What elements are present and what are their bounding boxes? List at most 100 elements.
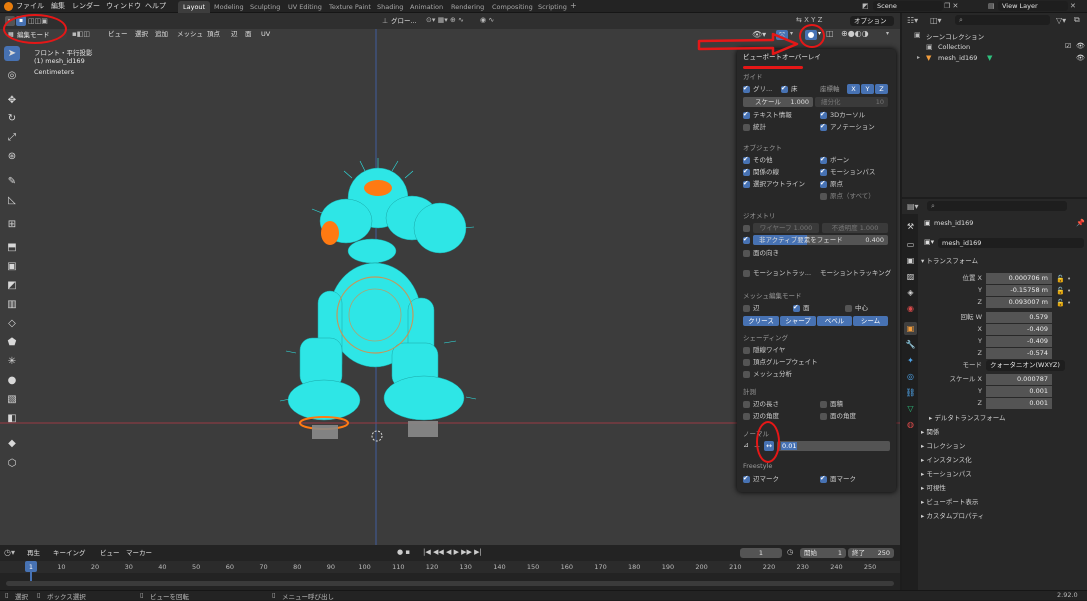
scene-field[interactable]: Scene xyxy=(873,1,943,11)
clock-icon[interactable]: ◷ xyxy=(787,548,793,556)
world-tab-icon[interactable]: ◉ xyxy=(904,302,917,315)
menu-render[interactable]: レンダー xyxy=(72,1,100,12)
view-layer-field[interactable]: View Layer xyxy=(998,1,1068,11)
blender-logo-icon[interactable] xyxy=(4,2,13,11)
scene-browse-icon[interactable]: ❐ ✕ xyxy=(944,2,958,10)
grid-subdiv-field[interactable]: 細分化 10 xyxy=(815,97,888,107)
material-tab-icon[interactable]: ◍ xyxy=(904,418,917,431)
face-checkbox[interactable] xyxy=(793,303,800,312)
bones-checkbox[interactable] xyxy=(820,155,827,164)
spin-tool-icon[interactable]: ✳ xyxy=(4,354,20,369)
modifier-tab-icon[interactable]: 🔧 xyxy=(904,338,917,351)
bevel-toggle[interactable]: ベベル xyxy=(817,316,852,326)
outliner-search-input[interactable]: ⌕ xyxy=(955,15,1050,25)
grid-checkbox[interactable] xyxy=(743,84,750,93)
wireframe-checkbox[interactable] xyxy=(743,225,750,232)
floor-checkbox[interactable] xyxy=(781,84,788,93)
tab-scripting[interactable]: Scripting xyxy=(533,1,572,13)
object-name-field[interactable]: mesh_id169 xyxy=(938,238,1084,248)
tab-layout[interactable]: Layout xyxy=(178,1,211,13)
menu-vertex[interactable]: 頂点 xyxy=(207,30,220,39)
visibility-header[interactable]: ▸ 可視性 xyxy=(921,484,946,493)
location-z-field[interactable]: 0.093007 m xyxy=(986,297,1052,308)
particles-tab-icon[interactable]: ✦ xyxy=(904,354,917,367)
seam-toggle[interactable]: シーム xyxy=(853,316,888,326)
edge-length-checkbox[interactable] xyxy=(743,401,750,408)
menu-file[interactable]: ファイル xyxy=(16,1,44,12)
location-y-field[interactable]: -0.15758 m xyxy=(986,285,1052,296)
custom-props-header[interactable]: ▸ カスタムプロパティ xyxy=(921,512,984,521)
mesh-data-icon[interactable]: ▼ xyxy=(987,54,992,62)
motion-paths-checkbox[interactable] xyxy=(820,167,827,176)
end-frame-field[interactable]: 終了 250 xyxy=(848,548,894,558)
axis-y-toggle[interactable]: Y xyxy=(861,84,874,94)
constraints-tab-icon[interactable]: ⛓ xyxy=(904,386,917,399)
rip-tool-icon[interactable]: ⬡ xyxy=(4,456,20,471)
relations-header[interactable]: ▸ 関係 xyxy=(921,428,939,437)
origins-all-checkbox[interactable] xyxy=(820,193,827,200)
face-area-checkbox[interactable] xyxy=(820,401,827,408)
transform-tool-icon[interactable]: ⊛ xyxy=(4,149,20,164)
collections-header[interactable]: ▸ コレクション xyxy=(921,442,965,451)
knife-tool-icon[interactable]: ◇ xyxy=(4,316,20,331)
origins-checkbox[interactable] xyxy=(820,179,827,188)
extras-checkbox[interactable] xyxy=(743,155,750,164)
options-dropdown[interactable]: オプション xyxy=(850,16,894,26)
object-browse-icon[interactable]: ▣▾ xyxy=(924,238,934,246)
timeline-menu-view[interactable]: ビュー xyxy=(100,549,120,558)
scale-y-field[interactable]: 0.001 xyxy=(986,386,1052,397)
outline-checkbox[interactable] xyxy=(743,179,750,188)
pin-icon[interactable]: 📌 xyxy=(1076,219,1085,227)
tab-animation[interactable]: Animation xyxy=(405,1,448,13)
proportional-edit-icon[interactable]: ◉ ∿ xyxy=(480,16,494,24)
loop-cut-tool-icon[interactable]: ▥ xyxy=(4,297,20,312)
expand-arrow-icon[interactable]: ▸ xyxy=(917,54,920,61)
add-cube-tool-icon[interactable]: ⊞ xyxy=(4,217,20,232)
normal-size-field[interactable]: 0.01 xyxy=(777,441,890,451)
measure-tool-icon[interactable]: ◺ xyxy=(4,193,20,208)
new-collection-icon[interactable]: ⧉ xyxy=(1074,15,1080,25)
axis-z-toggle[interactable]: Z xyxy=(875,84,888,94)
add-workspace-icon[interactable]: + xyxy=(570,1,577,10)
motion-paths-header[interactable]: ▸ モーションパス xyxy=(921,470,972,479)
wireframe-field[interactable]: ワイヤーフ 1.000 xyxy=(753,223,819,233)
crease-toggle[interactable]: クリース xyxy=(743,316,779,326)
annotations-checkbox[interactable] xyxy=(820,122,827,131)
select-element-icons[interactable]: ▪◧◫ xyxy=(72,30,90,38)
menu-help[interactable]: ヘルプ xyxy=(145,1,166,12)
menu-select[interactable]: 選択 xyxy=(135,30,148,39)
center-checkbox[interactable] xyxy=(845,305,852,312)
collection-label[interactable]: Collection xyxy=(938,43,970,51)
rotation-mode-dropdown[interactable]: クォータニオン(WXYZ) xyxy=(986,360,1065,371)
viewport-display-header[interactable]: ▸ ビューポート表示 xyxy=(921,498,978,507)
timeline-scrollbar[interactable] xyxy=(6,581,894,586)
object-tab-icon[interactable]: ▣ xyxy=(904,322,917,335)
stats-checkbox[interactable] xyxy=(743,124,750,131)
tab-modeling[interactable]: Modeling xyxy=(209,1,249,13)
timeline-menu-playback[interactable]: 再生 xyxy=(27,549,40,558)
menu-uv[interactable]: UV xyxy=(261,30,270,39)
object-visibility-icon[interactable]: 👁 xyxy=(1076,54,1085,62)
menu-edit[interactable]: 編集 xyxy=(51,1,65,12)
opacity-field[interactable]: 不透明度 1.000 xyxy=(822,223,888,233)
instancing-header[interactable]: ▸ インスタンス化 xyxy=(921,456,972,465)
pivot-snap-icons[interactable]: ⊙▾ ▦▾ ⊕ ∿ xyxy=(426,16,464,24)
current-frame-field[interactable]: 1 xyxy=(740,548,782,558)
scale-z-field[interactable]: 0.001 xyxy=(986,398,1052,409)
fade-field[interactable]: 非アクティブ要素をフェード 0.400 xyxy=(753,235,888,245)
output-tab-icon[interactable]: ▣ xyxy=(904,254,917,267)
cursor-tool-icon[interactable]: ◎ xyxy=(4,68,20,83)
lock-icons[interactable]: 🔓 • 🔓 • 🔓 • xyxy=(1056,273,1071,309)
mirror-axis-icons[interactable]: ⇆ X Y Z xyxy=(796,16,822,24)
relations-checkbox[interactable] xyxy=(743,167,750,176)
motion-tracking-dropdown[interactable]: モーショントラッキング xyxy=(820,269,891,278)
fade-checkbox[interactable] xyxy=(743,235,750,244)
tab-sculpting[interactable]: Sculpting xyxy=(245,1,285,13)
menu-window[interactable]: ウィンドウ xyxy=(106,1,141,12)
start-frame-field[interactable]: 開始 1 xyxy=(800,548,846,558)
mesh-object[interactable] xyxy=(279,158,477,439)
outliner-filter-mode-icon[interactable]: ◫▾ xyxy=(930,16,942,25)
face-orientation-checkbox[interactable] xyxy=(743,250,750,257)
bevel-tool-icon[interactable]: ◩ xyxy=(4,278,20,293)
transform-orientation-dropdown[interactable]: グロー... xyxy=(391,17,417,26)
